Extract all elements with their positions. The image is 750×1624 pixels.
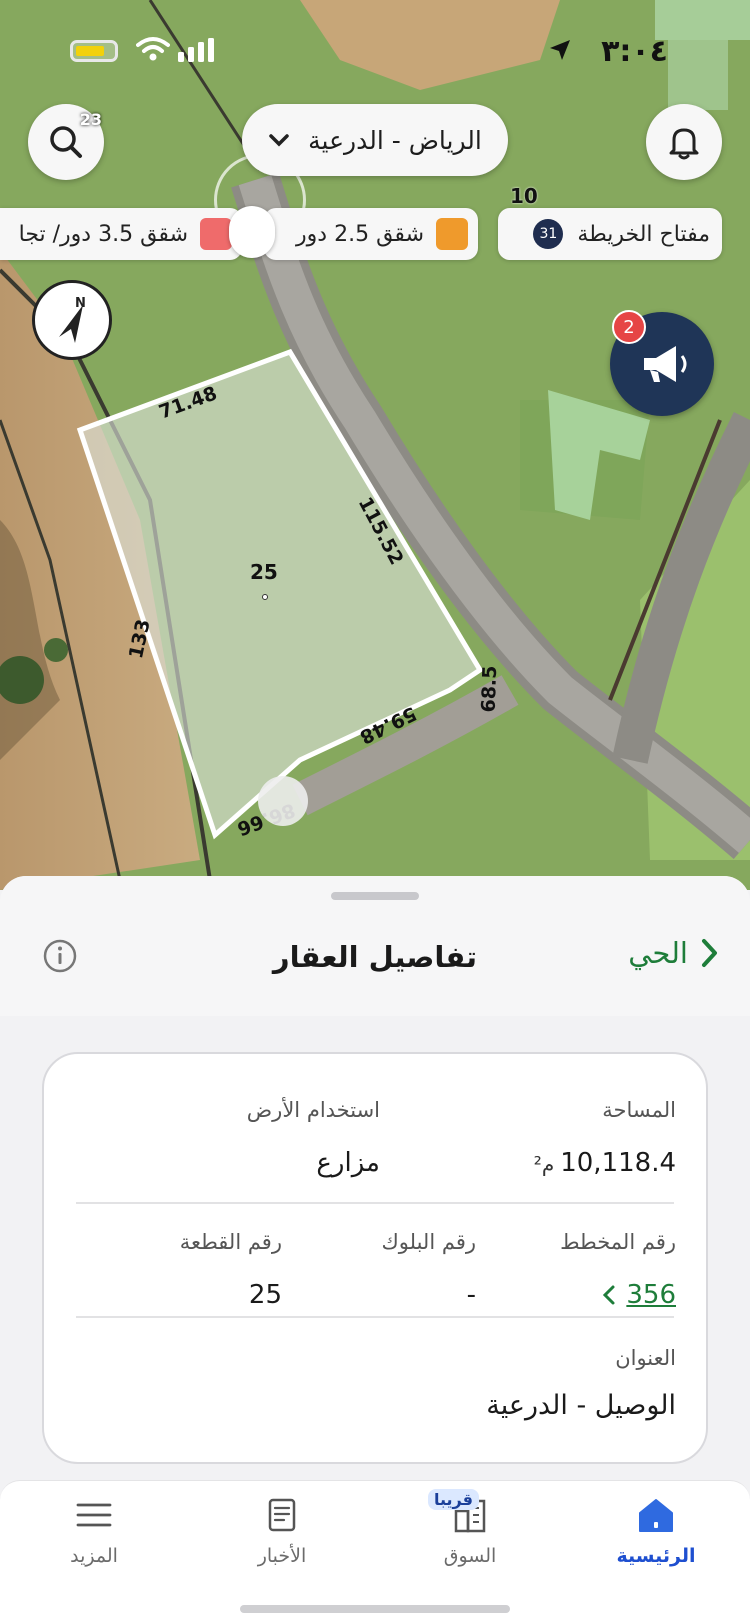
home-indicator — [240, 1605, 510, 1613]
tab-more[interactable]: المزيد — [24, 1481, 164, 1591]
land-use-label: استخدام الأرض — [246, 1098, 380, 1122]
menu-icon — [76, 1503, 112, 1527]
news-icon — [268, 1498, 296, 1532]
location-arrow-icon — [550, 40, 570, 60]
address-field: العنوان الوصيل - الدرعية — [486, 1346, 676, 1421]
legend-chip-apartments-3-5[interactable]: شقق 3.5 دور/ تجا — [0, 208, 242, 260]
parcel-number-label: 25 — [250, 560, 278, 584]
status-time: ٣:٠٤ — [601, 34, 668, 69]
home-icon — [639, 1499, 673, 1532]
tab-bar: الرئيسية قريبا السوق الأخبار المزيد — [0, 1480, 750, 1624]
announcements-badge: 2 — [612, 310, 646, 344]
plan-field: رقم المخطط 356 — [560, 1230, 676, 1310]
area-unit: م² — [533, 1152, 555, 1176]
signal-icon — [178, 38, 214, 62]
block-field: رقم البلوك - — [381, 1230, 476, 1310]
compass-icon: N — [59, 296, 86, 343]
region-label: الرياض - الدرعية — [308, 125, 482, 155]
legend-chip-label: شقق 2.5 دور — [296, 221, 424, 247]
tab-news[interactable]: الأخبار — [212, 1481, 352, 1591]
parcel-centroid-dot — [262, 594, 268, 600]
battery-icon — [70, 40, 118, 62]
tab-label: الأخبار — [257, 1545, 307, 1567]
coming-soon-badge: قريبا — [428, 1489, 479, 1510]
dimension-label: 68.5 — [477, 665, 502, 713]
tab-market[interactable]: قريبا السوق — [400, 1481, 540, 1591]
address-value: الوصيل - الدرعية — [486, 1390, 676, 1421]
area-label: المساحة — [602, 1098, 676, 1122]
compass-button[interactable]: N — [32, 280, 112, 360]
plan-link[interactable]: 356 — [560, 1280, 676, 1310]
legend-chip-label: شقق 3.5 دور/ تجا — [18, 221, 188, 247]
sheet-grabber[interactable] — [331, 892, 419, 900]
wifi-icon — [136, 37, 170, 61]
search-button[interactable]: 23 — [28, 104, 104, 180]
district-link[interactable]: الحي — [628, 936, 720, 970]
map-key-button[interactable]: مفتاح الخريطة 31 — [498, 208, 722, 260]
status-bar: ٣:٠٤ — [0, 30, 750, 70]
land-use-value: مزارع — [316, 1148, 380, 1178]
tab-label: السوق — [443, 1545, 497, 1567]
plan-label: رقم المخطط — [560, 1230, 676, 1254]
map-key-label: مفتاح الخريطة — [577, 221, 710, 247]
area-field: المساحة 10,118.4 م² — [534, 1098, 676, 1178]
legend-scroll-handle[interactable] — [229, 206, 275, 258]
legend-swatch — [200, 218, 232, 250]
parcel-field: رقم القطعة 25 — [180, 1230, 282, 1310]
divider — [76, 1316, 674, 1318]
map-key-count: 31 — [533, 219, 564, 249]
map-key-number: 10 — [510, 184, 538, 208]
parcel-label: رقم القطعة — [179, 1230, 282, 1254]
region-selector[interactable]: الرياض - الدرعية — [242, 104, 508, 176]
area-value: 10,118.4 — [560, 1148, 676, 1178]
chevron-down-icon — [269, 134, 289, 147]
tab-label: المزيد — [70, 1545, 118, 1567]
district-link-label: الحي — [628, 936, 688, 970]
chevron-left-icon — [603, 1285, 615, 1305]
announcements-button[interactable]: 2 — [610, 310, 714, 416]
legend-chip-apartments-2-5[interactable]: شقق 2.5 دور — [264, 208, 478, 260]
tab-home[interactable]: الرئيسية — [586, 1481, 726, 1591]
details-card: المساحة 10,118.4 م² استخدام الأرض مزارع … — [42, 1052, 708, 1464]
parcel-value: 25 — [248, 1280, 282, 1310]
legend-swatch — [436, 218, 468, 250]
map-view[interactable]: 71.48 115.52 133 59.48 68.5 86.66 25 ٣:٠… — [0, 0, 750, 890]
divider — [76, 1202, 674, 1204]
map-handle[interactable] — [258, 776, 308, 826]
chevron-right-icon — [702, 939, 717, 967]
block-label: رقم البلوك — [381, 1230, 476, 1254]
address-label: العنوان — [615, 1346, 676, 1370]
plan-value: 356 — [626, 1280, 676, 1310]
notifications-button[interactable] — [646, 104, 722, 180]
tab-label: الرئيسية — [616, 1545, 696, 1567]
land-use-field: استخدام الأرض مزارع — [247, 1098, 380, 1178]
bell-icon — [669, 128, 699, 160]
block-value: - — [466, 1280, 476, 1310]
search-badge: 23 — [79, 110, 102, 129]
megaphone-icon — [644, 346, 687, 382]
sheet-header: تفاصيل العقار الحي — [0, 876, 750, 1016]
compass-letter: N — [75, 296, 86, 311]
